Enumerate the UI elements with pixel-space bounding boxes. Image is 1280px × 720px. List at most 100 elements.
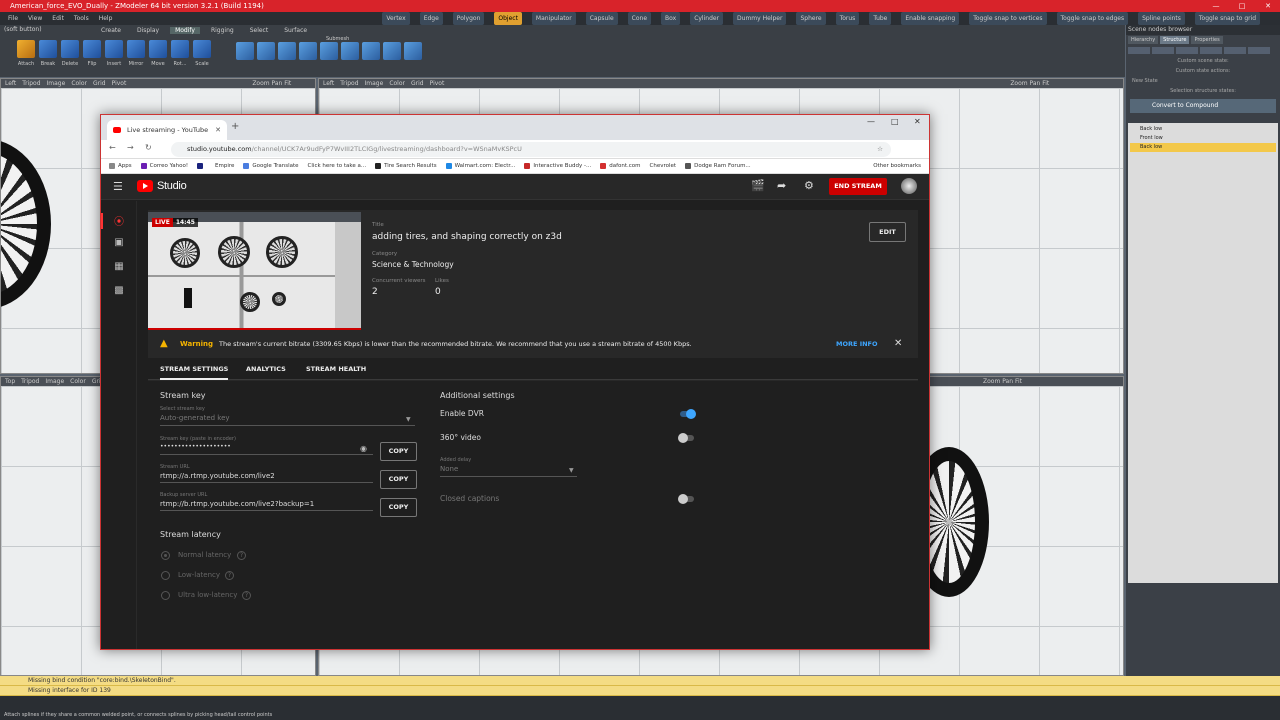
tool-rotate[interactable]: Rot... bbox=[170, 38, 190, 74]
tool-insert[interactable]: Insert bbox=[104, 38, 124, 74]
edit-button[interactable]: EDIT bbox=[869, 222, 906, 242]
toolbar-object[interactable]: Object bbox=[494, 12, 522, 25]
toolbar-box[interactable]: Box bbox=[661, 12, 681, 25]
submesh-tool-5-icon[interactable] bbox=[320, 42, 338, 60]
url-field[interactable]: studio.youtube.com/channel/UCK7Ar9udFyP7… bbox=[171, 142, 891, 157]
toolbar-spline-points[interactable]: Spline points bbox=[1138, 12, 1185, 25]
ribbon-tab-display[interactable]: Display bbox=[132, 27, 164, 34]
end-stream-button[interactable]: END STREAM bbox=[829, 178, 887, 195]
share-icon[interactable]: ➦ bbox=[777, 179, 786, 192]
submesh-tool-9-icon[interactable] bbox=[404, 42, 422, 60]
toolbar-enable-snapping[interactable]: Enable snapping bbox=[901, 12, 960, 25]
ribbon-tab-select[interactable]: Select bbox=[245, 27, 274, 34]
help-icon[interactable]: ? bbox=[242, 591, 251, 600]
ribbon-tab-modify[interactable]: Modify bbox=[170, 27, 200, 34]
stream-url-field[interactable]: rtmp://a.rtmp.youtube.com/live2 bbox=[160, 472, 275, 480]
bookmark-click-here[interactable]: Click here to take a... bbox=[308, 163, 367, 169]
chevron-down-icon[interactable]: ▼ bbox=[569, 467, 574, 474]
toolbar-manipulator[interactable]: Manipulator bbox=[531, 12, 576, 25]
submesh-tool-1-icon[interactable] bbox=[236, 42, 254, 60]
back-icon[interactable]: ← bbox=[109, 143, 116, 152]
bookmark-dafont[interactable]: dafont.com bbox=[600, 163, 641, 169]
maximize-icon[interactable]: □ bbox=[891, 117, 899, 126]
submesh-tool-2-icon[interactable] bbox=[257, 42, 275, 60]
help-icon[interactable]: ? bbox=[237, 551, 246, 560]
help-icon[interactable]: ? bbox=[225, 571, 234, 580]
copy-stream-key-button[interactable]: COPY bbox=[380, 442, 417, 461]
bookmark-y[interactable] bbox=[197, 163, 206, 169]
youtube-studio-logo[interactable]: Studio bbox=[137, 180, 187, 192]
backup-url-field[interactable]: rtmp://b.rtmp.youtube.com/live2?backup=1 bbox=[160, 500, 314, 508]
bookmark-interactive-buddy[interactable]: Interactive Buddy -... bbox=[524, 163, 591, 169]
minimize-icon[interactable]: — bbox=[867, 117, 875, 126]
bookmark-chevrolet[interactable]: Chevrolet bbox=[650, 163, 677, 169]
tab-stream-settings[interactable]: STREAM SETTINGS bbox=[160, 358, 229, 380]
new-tab-icon[interactable]: + bbox=[231, 121, 239, 132]
toolbar-capsule[interactable]: Capsule bbox=[585, 12, 618, 25]
copy-stream-url-button[interactable]: COPY bbox=[380, 470, 417, 489]
tab-analytics[interactable]: ANALYTICS bbox=[246, 358, 286, 380]
copy-backup-url-button[interactable]: COPY bbox=[380, 498, 417, 517]
other-bookmarks[interactable]: Other bookmarks bbox=[873, 159, 921, 174]
menu-file[interactable]: File bbox=[8, 12, 18, 25]
bookmark-walmart[interactable]: Walmart.com: Electr... bbox=[445, 163, 515, 169]
bookmark-google-translate[interactable]: Google Translate bbox=[243, 163, 299, 169]
gear-icon[interactable]: ⚙ bbox=[804, 179, 814, 192]
tree-item[interactable]: Back low bbox=[1130, 125, 1276, 134]
close-icon[interactable]: ✕ bbox=[1256, 0, 1280, 12]
tool-move[interactable]: Move bbox=[148, 38, 168, 74]
tab-structure[interactable]: Structure bbox=[1160, 36, 1190, 44]
tool-scale[interactable]: Scale bbox=[192, 38, 212, 74]
submesh-tool-8-icon[interactable] bbox=[383, 42, 401, 60]
submesh-tool-7-icon[interactable] bbox=[362, 42, 380, 60]
tab-stream-health[interactable]: STREAM HEALTH bbox=[306, 358, 366, 380]
enable-dvr-toggle[interactable] bbox=[678, 409, 696, 419]
new-state-button[interactable]: New State bbox=[1126, 76, 1280, 86]
browser-tab[interactable]: Live streaming - YouTube Studio ✕ bbox=[107, 120, 227, 154]
toolbar-snap-vertices[interactable]: Toggle snap to vertices bbox=[969, 12, 1047, 25]
stream-key-select[interactable]: Auto-generated key bbox=[160, 414, 230, 422]
reload-icon[interactable]: ↻ bbox=[145, 143, 152, 152]
bookmark-empire[interactable]: Empire bbox=[215, 163, 234, 169]
tab-hierarchy[interactable]: Hierarchy bbox=[1128, 36, 1159, 44]
maximize-icon[interactable]: □ bbox=[1230, 0, 1254, 12]
stream-key-field[interactable]: •••••••••••••••••••• bbox=[160, 443, 231, 450]
stream-manage-icon[interactable]: ▩ bbox=[111, 285, 127, 296]
close-icon[interactable]: ✕ bbox=[894, 332, 902, 356]
closed-captions-toggle[interactable] bbox=[678, 494, 696, 504]
hide-eye-icon[interactable]: ◉ bbox=[360, 444, 367, 453]
forward-icon[interactable]: → bbox=[127, 143, 134, 152]
ribbon-tab-rigging[interactable]: Rigging bbox=[206, 27, 239, 34]
tab-properties[interactable]: Properties bbox=[1191, 36, 1223, 44]
camera-icon[interactable]: ▣ bbox=[111, 237, 127, 248]
tree-item[interactable]: Front low bbox=[1130, 134, 1276, 143]
ribbon-tab-create[interactable]: Create bbox=[96, 27, 126, 34]
star-icon[interactable]: ☆ bbox=[877, 142, 883, 157]
bookmark-dodge-ram[interactable]: Dodge Ram Forum... bbox=[685, 163, 751, 169]
toolbar-cylinder[interactable]: Cylinder bbox=[690, 12, 724, 25]
toolbar-polygon[interactable]: Polygon bbox=[452, 12, 485, 25]
menu-edit[interactable]: Edit bbox=[52, 12, 64, 25]
submesh-tool-3-icon[interactable] bbox=[278, 42, 296, 60]
menu-view[interactable]: View bbox=[28, 12, 42, 25]
toolbar-dummy-helper[interactable]: Dummy Helper bbox=[733, 12, 787, 25]
toolbar-torus[interactable]: Torus bbox=[835, 12, 860, 25]
bookmark-apps[interactable]: Apps bbox=[109, 163, 132, 169]
added-delay-select[interactable]: None bbox=[440, 465, 458, 473]
ultra-low-latency-radio[interactable] bbox=[161, 591, 170, 600]
normal-latency-radio[interactable] bbox=[161, 551, 170, 560]
bookmark-tire-search[interactable]: Tire Search Results bbox=[375, 163, 437, 169]
stream-preview[interactable]: LIVE 14:45 bbox=[148, 212, 361, 330]
close-icon[interactable]: ✕ bbox=[914, 117, 921, 126]
toolbar-snap-grid[interactable]: Toggle snap to grid bbox=[1194, 12, 1261, 25]
submesh-tool-6-icon[interactable] bbox=[341, 42, 359, 60]
menu-tools[interactable]: Tools bbox=[74, 12, 89, 25]
tool-mirror[interactable]: Mirror bbox=[126, 38, 146, 74]
video-360-toggle[interactable] bbox=[678, 433, 696, 443]
minimize-icon[interactable]: — bbox=[1204, 0, 1228, 12]
submesh-tool-4-icon[interactable] bbox=[299, 42, 317, 60]
chevron-down-icon[interactable]: ▼ bbox=[406, 416, 411, 423]
tab-close-icon[interactable]: ✕ bbox=[215, 120, 221, 140]
avatar[interactable] bbox=[901, 178, 917, 194]
low-latency-radio[interactable] bbox=[161, 571, 170, 580]
